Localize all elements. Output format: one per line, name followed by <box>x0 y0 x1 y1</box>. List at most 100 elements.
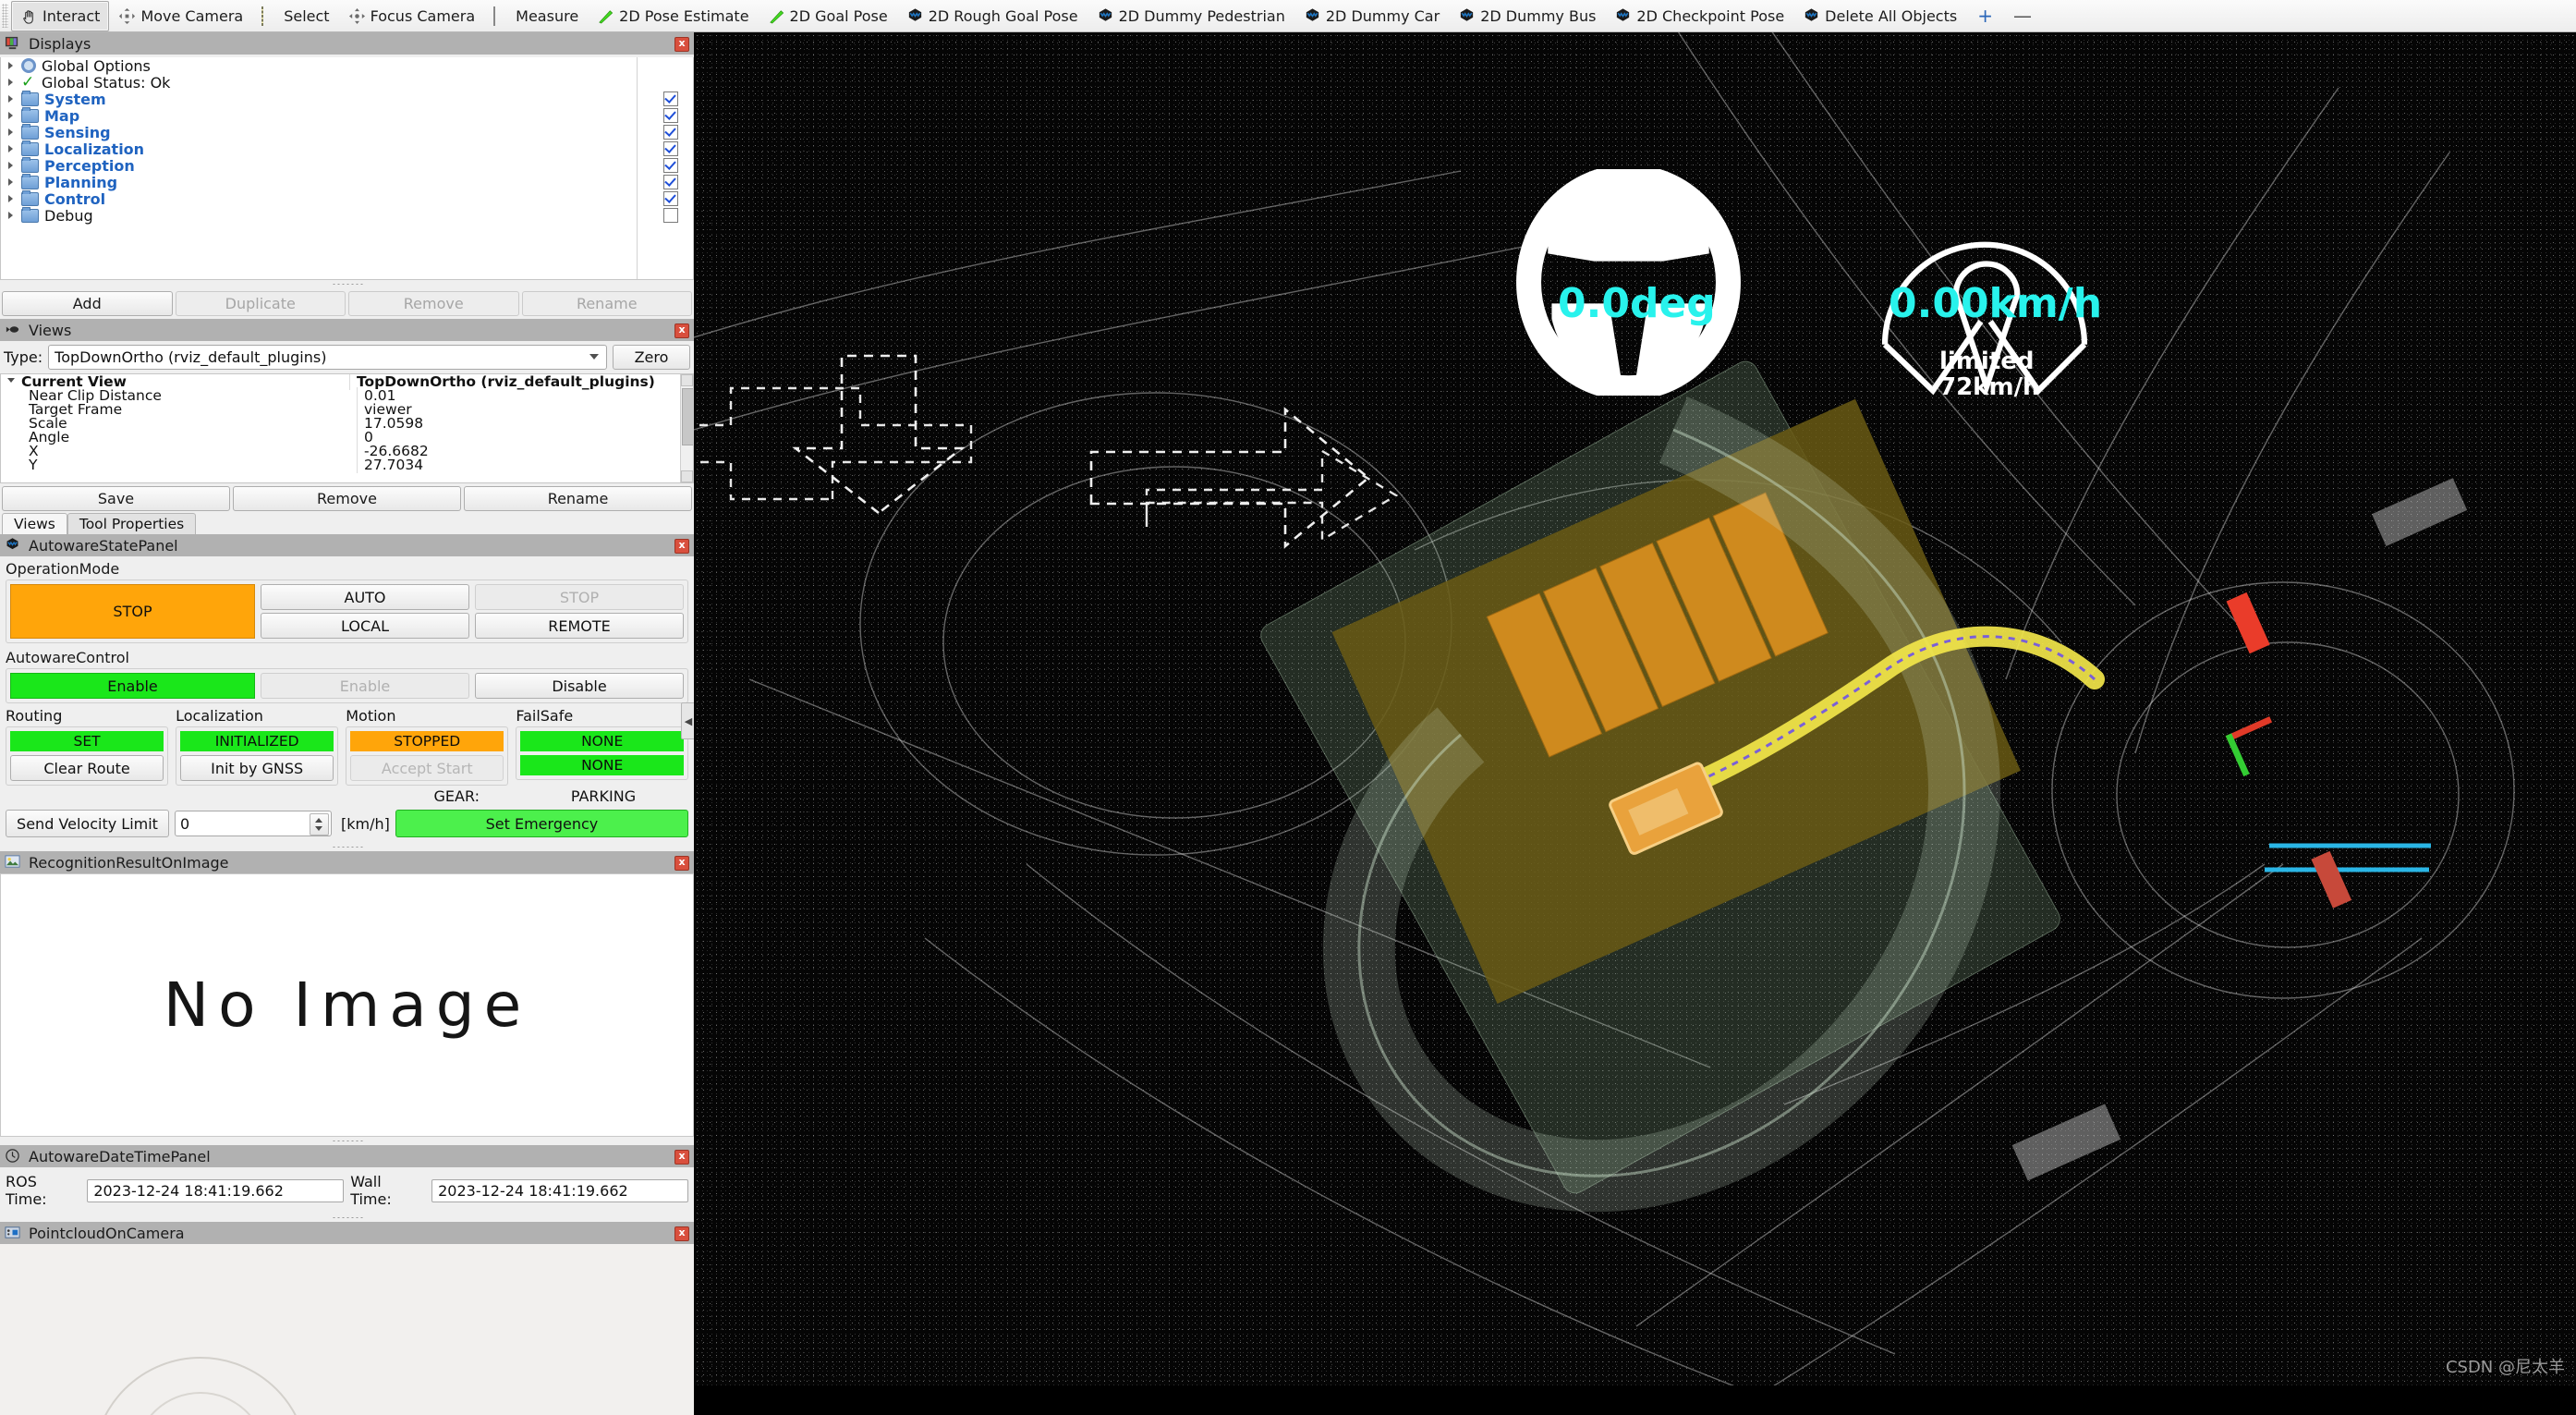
display-checkbox[interactable] <box>663 175 678 189</box>
chevron-right-icon[interactable] <box>6 161 16 170</box>
operation-mode-status: STOP <box>10 584 256 639</box>
chevron-right-icon[interactable] <box>6 194 16 203</box>
scroll-down-icon[interactable] <box>681 470 693 482</box>
tab-views[interactable]: Views <box>2 513 67 534</box>
display-item-perception[interactable]: Perception <box>1 156 693 175</box>
tool-interact[interactable]: Interact <box>11 0 110 31</box>
panel-splitter[interactable] <box>0 1137 694 1145</box>
tab-tool-properties[interactable]: Tool Properties <box>67 513 197 534</box>
close-icon[interactable]: x <box>674 37 689 52</box>
image-icon <box>5 854 22 872</box>
tool-2d-pose-estimate[interactable]: 2D Pose Estimate <box>588 1 758 31</box>
set-emergency-button[interactable]: Set Emergency <box>395 810 688 837</box>
op-mode-auto-button[interactable]: AUTO <box>261 584 470 610</box>
tool-select[interactable]: Select <box>252 1 338 31</box>
panel-splitter[interactable] <box>0 280 694 288</box>
remove-view-button[interactable]: Remove <box>233 486 461 511</box>
close-icon[interactable]: x <box>674 856 689 871</box>
close-icon[interactable]: x <box>674 1226 689 1241</box>
property-value[interactable]: 27.7034 <box>357 456 693 473</box>
3d-viewport[interactable]: 0.0deg 0.00km/h limited 72km/h CSDN @尼太羊 <box>694 32 2576 1385</box>
failsafe-status-chip-2: NONE <box>520 755 684 775</box>
tool-measure[interactable]: Measure <box>484 1 588 31</box>
control-disable-button[interactable]: Disable <box>475 673 684 699</box>
toolbar-drag-handle[interactable] <box>2 4 8 28</box>
tool-focus-camera[interactable]: Focus Camera <box>339 1 485 31</box>
tool-2d-goal-pose[interactable]: 2D Goal Pose <box>759 1 897 31</box>
chevron-right-icon[interactable] <box>6 128 16 137</box>
display-item-label: Control <box>44 189 106 208</box>
tool-label: Delete All Objects <box>1825 6 1958 25</box>
op-mode-local-button[interactable]: LOCAL <box>261 613 470 639</box>
view-properties-table[interactable]: Current View TopDownOrtho (rviz_default_… <box>0 373 694 483</box>
pointcloud-on-camera-view[interactable] <box>0 1244 694 1415</box>
displays-tree[interactable]: Global Options ✓ Global Status: Ok Syste… <box>0 57 694 280</box>
chevron-right-icon[interactable] <box>6 211 16 220</box>
display-item-map[interactable]: Map <box>1 106 693 125</box>
scroll-thumb[interactable] <box>682 388 693 445</box>
chevron-right-icon[interactable] <box>6 144 16 153</box>
display-checkbox[interactable] <box>663 141 678 156</box>
status-columns: Routing SET Clear Route Localization INI… <box>0 705 694 786</box>
tool-label: 2D Dummy Car <box>1325 6 1440 25</box>
velocity-unit-label: [km/h] <box>341 814 390 833</box>
velocity-limit-input[interactable]: 0 <box>175 811 332 836</box>
display-checkbox[interactable] <box>663 158 678 173</box>
display-item-label: Sensing <box>44 123 111 141</box>
chevron-right-icon[interactable] <box>6 111 16 120</box>
select-icon <box>261 6 279 26</box>
chevron-right-icon[interactable] <box>6 61 16 70</box>
close-icon[interactable]: x <box>674 323 689 338</box>
tool-2d-dummy-pedestrian[interactable]: 2D Dummy Pedestrian <box>1088 1 1294 31</box>
display-checkbox[interactable] <box>663 191 678 206</box>
tool-2d-checkpoint-pose[interactable]: 2D Checkpoint Pose <box>1605 1 1793 31</box>
tool-delete-all-objects[interactable]: Delete All Objects <box>1793 1 1966 31</box>
display-item-global-status[interactable]: ✓ Global Status: Ok <box>1 74 693 91</box>
tool-2d-rough-goal-pose[interactable]: 2D Rough Goal Pose <box>897 1 1088 31</box>
send-velocity-limit-button[interactable]: Send Velocity Limit <box>6 810 169 837</box>
add-display-button[interactable]: Add <box>2 291 173 316</box>
save-view-button[interactable]: Save <box>2 486 230 511</box>
scroll-up-icon[interactable] <box>681 374 693 386</box>
clear-route-button[interactable]: Clear Route <box>10 755 164 781</box>
init-by-gnss-button[interactable]: Init by GNSS <box>180 755 334 781</box>
panel-splitter[interactable] <box>0 843 694 851</box>
tool-2d-dummy-car[interactable]: 2D Dummy Car <box>1294 1 1449 31</box>
display-item-sensing[interactable]: Sensing <box>1 123 693 141</box>
speed-limit-overlay: limited 72km/h <box>1939 348 2040 400</box>
datetime-panel-title: AutowareDateTimePanel x <box>0 1145 694 1167</box>
autoware-icon <box>906 7 924 25</box>
ros-time-field[interactable]: 2023-12-24 18:41:19.662 <box>87 1178 345 1202</box>
chevron-right-icon[interactable] <box>6 78 16 87</box>
chevron-right-icon[interactable] <box>6 94 16 104</box>
display-item-control[interactable]: Control <box>1 189 693 208</box>
spinner-arrows-icon[interactable] <box>310 813 329 836</box>
motion-status-chip: STOPPED <box>350 731 504 751</box>
close-icon[interactable]: x <box>674 539 689 554</box>
display-checkbox[interactable] <box>663 108 678 123</box>
view-property-row[interactable]: Y 27.7034 <box>1 456 693 473</box>
display-item-system[interactable]: System <box>1 90 693 108</box>
display-checkbox[interactable] <box>663 208 678 223</box>
tool-2d-dummy-bus[interactable]: 2D Dummy Bus <box>1449 1 1605 31</box>
remove-tool-button[interactable]: — <box>2004 6 2041 25</box>
add-tool-button[interactable]: + <box>1966 6 2004 25</box>
rename-view-button[interactable]: Rename <box>464 486 692 511</box>
display-checkbox[interactable] <box>663 91 678 106</box>
display-item-global-options[interactable]: Global Options <box>1 57 693 75</box>
display-item-debug[interactable]: Debug <box>1 206 693 225</box>
view-properties-scrollbar[interactable] <box>680 374 693 482</box>
wall-time-field[interactable]: 2023-12-24 18:41:19.662 <box>431 1178 688 1202</box>
tool-label: Move Camera <box>140 6 244 25</box>
tool-move-camera[interactable]: Move Camera <box>109 1 252 31</box>
close-icon[interactable]: x <box>674 1150 689 1165</box>
display-item-planning[interactable]: Planning <box>1 173 693 191</box>
zero-button[interactable]: Zero <box>613 345 690 370</box>
chevron-right-icon[interactable] <box>6 177 16 187</box>
panel-splitter[interactable] <box>0 1214 694 1222</box>
display-item-localization[interactable]: Localization <box>1 140 693 158</box>
no-image-placeholder: No Image <box>0 873 694 1137</box>
op-mode-remote-button[interactable]: REMOTE <box>475 613 684 639</box>
view-type-select[interactable]: TopDownOrtho (rviz_default_plugins) <box>48 345 607 370</box>
display-checkbox[interactable] <box>663 125 678 140</box>
